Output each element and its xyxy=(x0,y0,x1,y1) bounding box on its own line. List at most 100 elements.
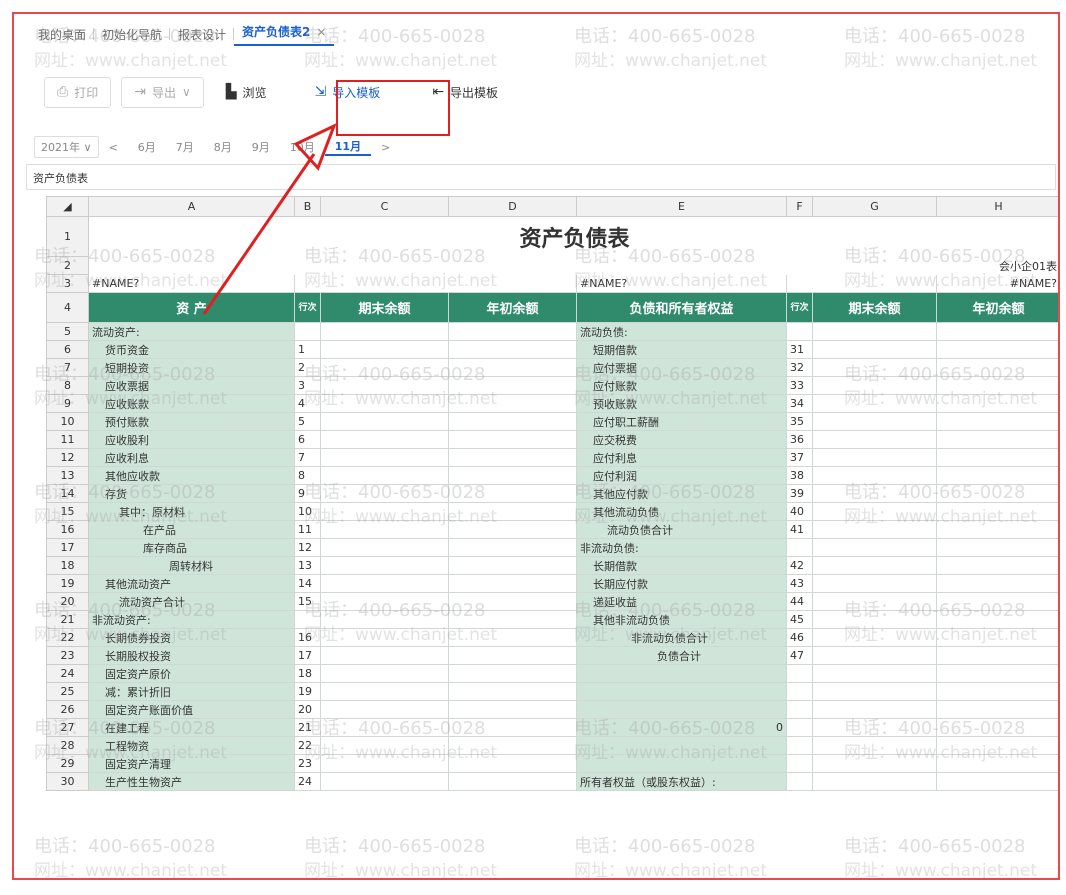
begin-balance-cell[interactable] xyxy=(936,358,1058,377)
end-balance-cell[interactable] xyxy=(812,772,937,791)
line-number-cell[interactable]: 7 xyxy=(294,448,321,467)
asset-item-cell[interactable]: 周转材料 xyxy=(88,556,295,575)
begin-balance-cell[interactable] xyxy=(936,718,1058,737)
begin-balance-cell[interactable] xyxy=(936,538,1058,557)
end-balance-cell[interactable] xyxy=(812,502,937,521)
end-balance-cell[interactable] xyxy=(320,376,449,395)
line-number-cell[interactable]: 40 xyxy=(786,502,813,521)
line-number-cell[interactable]: 5 xyxy=(294,412,321,431)
liability-item-cell[interactable]: 负债合计 xyxy=(576,646,787,665)
asset-item-cell[interactable]: 应收股利 xyxy=(88,430,295,449)
row-header[interactable]: 25 xyxy=(46,682,89,701)
line-number-cell[interactable]: 39 xyxy=(786,484,813,503)
end-balance-cell[interactable] xyxy=(812,718,937,737)
end-balance-cell[interactable] xyxy=(320,718,449,737)
end-balance-cell[interactable] xyxy=(812,628,937,647)
asset-item-cell[interactable]: 长期股权投资 xyxy=(88,646,295,665)
line-number-cell[interactable]: 10 xyxy=(294,502,321,521)
report-title[interactable]: 资产负债表 xyxy=(89,217,1059,257)
tab-init-guide[interactable]: 初始化导航 xyxy=(94,26,171,43)
end-balance-cell[interactable] xyxy=(812,340,937,359)
line-number-cell[interactable]: 42 xyxy=(786,556,813,575)
begin-balance-cell[interactable] xyxy=(936,772,1058,791)
end-balance-cell[interactable] xyxy=(320,412,449,431)
period-11[interactable]: 11月 xyxy=(324,138,372,156)
asset-item-cell[interactable]: 生产性生物资产 xyxy=(88,772,295,791)
end-balance-cell[interactable] xyxy=(320,394,449,413)
begin-balance-cell[interactable] xyxy=(448,538,577,557)
row-header[interactable]: 24 xyxy=(46,664,89,683)
end-balance-cell[interactable] xyxy=(320,772,449,791)
liability-item-cell[interactable]: 递延收益 xyxy=(576,592,787,611)
liability-item-cell[interactable] xyxy=(576,664,787,683)
liability-item-cell[interactable]: 应付账款 xyxy=(576,376,787,395)
line-number-cell[interactable]: 22 xyxy=(294,736,321,755)
line-number-cell[interactable] xyxy=(786,754,813,773)
row-header[interactable]: 27 xyxy=(46,718,89,737)
begin-balance-cell[interactable] xyxy=(448,646,577,665)
row-header[interactable]: 1 xyxy=(46,216,89,257)
begin-balance-cell[interactable] xyxy=(448,718,577,737)
liability-item-cell[interactable]: 预收账款 xyxy=(576,394,787,413)
asset-item-cell[interactable]: 在产品 xyxy=(88,520,295,539)
begin-balance-cell[interactable] xyxy=(448,754,577,773)
end-balance-cell[interactable] xyxy=(320,484,449,503)
row-header[interactable]: 17 xyxy=(46,538,89,557)
end-balance-cell[interactable] xyxy=(320,430,449,449)
end-balance-cell[interactable] xyxy=(812,358,937,377)
begin-balance-cell[interactable] xyxy=(448,484,577,503)
column-header[interactable]: E xyxy=(576,196,787,217)
period-10[interactable]: 10月 xyxy=(280,139,325,155)
row-header[interactable]: 13 xyxy=(46,466,89,485)
asset-item-cell[interactable]: 固定资产清理 xyxy=(88,754,295,773)
export-button[interactable]: ⇥ 导出 ∨ xyxy=(121,76,204,108)
asset-item-cell[interactable]: 短期投资 xyxy=(88,358,295,377)
begin-balance-cell[interactable] xyxy=(936,502,1058,521)
liability-item-cell[interactable] xyxy=(576,754,787,773)
cell[interactable] xyxy=(294,274,577,293)
line-number-cell[interactable]: 43 xyxy=(786,574,813,593)
asset-item-cell[interactable]: 应收账款 xyxy=(88,394,295,413)
begin-balance-cell[interactable] xyxy=(448,682,577,701)
row-header[interactable]: 19 xyxy=(46,574,89,593)
end-balance-cell[interactable] xyxy=(812,466,937,485)
print-button[interactable]: ⎙ 打印 xyxy=(44,76,112,108)
begin-balance-cell[interactable] xyxy=(936,340,1058,359)
end-balance-cell[interactable] xyxy=(320,358,449,377)
line-number-cell[interactable]: 45 xyxy=(786,610,813,629)
end-balance-cell[interactable] xyxy=(320,520,449,539)
end-balance-cell[interactable] xyxy=(320,574,449,593)
asset-item-cell[interactable]: 固定资产原价 xyxy=(88,664,295,683)
liability-item-cell[interactable] xyxy=(576,736,787,755)
next-period-button[interactable]: > xyxy=(371,141,400,154)
line-number-cell[interactable]: 4 xyxy=(294,394,321,413)
line-number-cell[interactable]: 11 xyxy=(294,520,321,539)
begin-balance-cell[interactable] xyxy=(936,394,1058,413)
liability-item-cell[interactable]: 应付利息 xyxy=(576,448,787,467)
end-balance-cell[interactable] xyxy=(320,448,449,467)
header-line-no-2[interactable]: 行次 xyxy=(786,292,813,323)
asset-item-cell[interactable]: 在建工程 xyxy=(88,718,295,737)
begin-balance-cell[interactable] xyxy=(936,682,1058,701)
begin-balance-cell[interactable] xyxy=(448,772,577,791)
line-number-cell[interactable]: 2 xyxy=(294,358,321,377)
begin-balance-cell[interactable] xyxy=(448,610,577,629)
column-header[interactable]: H xyxy=(936,196,1058,217)
line-number-cell[interactable]: 24 xyxy=(294,772,321,791)
row-header[interactable]: 20 xyxy=(46,592,89,611)
end-balance-cell[interactable] xyxy=(812,592,937,611)
begin-balance-cell[interactable] xyxy=(936,610,1058,629)
end-balance-cell[interactable] xyxy=(320,340,449,359)
begin-balance-cell[interactable] xyxy=(936,628,1058,647)
begin-balance-cell[interactable] xyxy=(448,430,577,449)
asset-item-cell[interactable]: 固定资产账面价值 xyxy=(88,700,295,719)
begin-balance-cell[interactable] xyxy=(936,448,1058,467)
end-balance-cell[interactable] xyxy=(812,574,937,593)
line-number-cell[interactable]: 35 xyxy=(786,412,813,431)
row-header[interactable]: 14 xyxy=(46,484,89,503)
name-error-cell[interactable]: #NAME? xyxy=(936,274,1058,293)
row-header[interactable]: 4 xyxy=(46,292,89,323)
liability-item-cell[interactable]: 应付职工薪酬 xyxy=(576,412,787,431)
begin-balance-cell[interactable] xyxy=(936,700,1058,719)
cell[interactable] xyxy=(89,257,937,275)
